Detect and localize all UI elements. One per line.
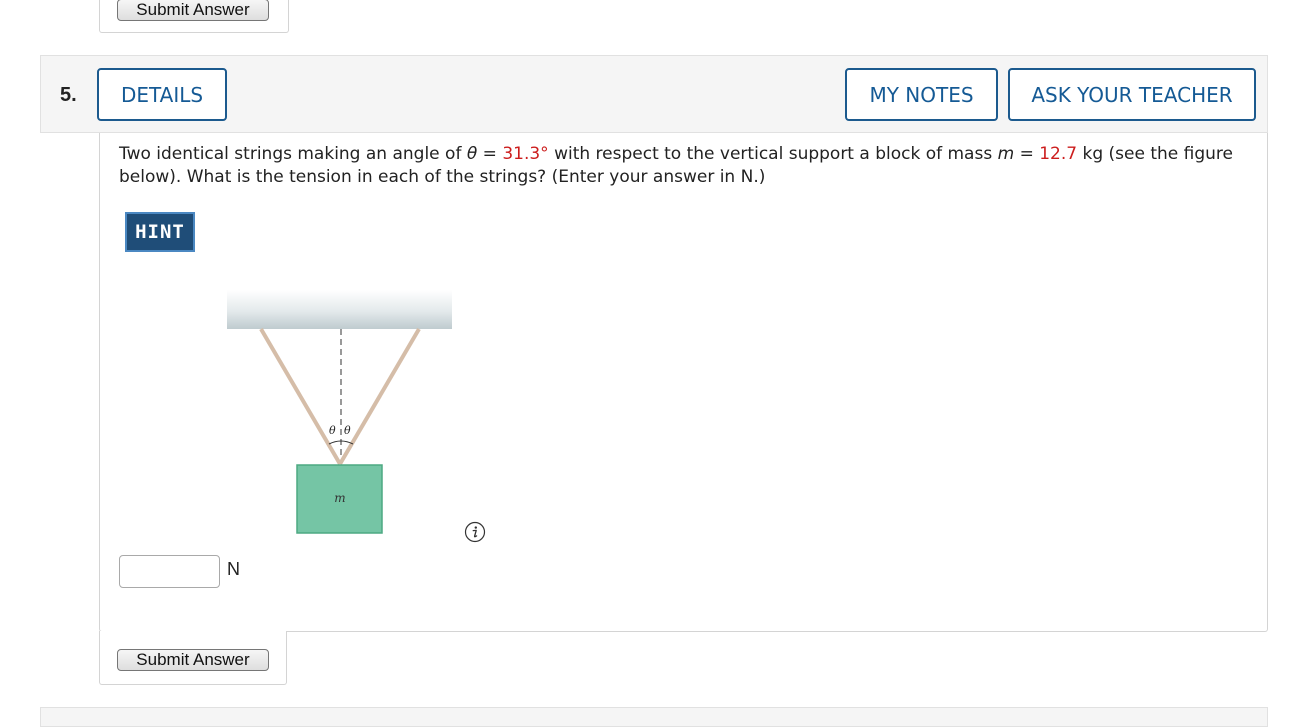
question-text-part: Two identical strings making an angle of (119, 144, 467, 164)
question-number: 5. (60, 84, 77, 106)
theta-symbol: θ (466, 144, 478, 164)
left-string (259, 327, 342, 466)
mass-symbol: m (997, 144, 1015, 164)
ask-your-teacher-button[interactable]: ASK YOUR TEACHER (1008, 68, 1256, 121)
physics-figure: θ θ m (227, 290, 452, 534)
answer-input[interactable] (119, 555, 220, 588)
ceiling-support (227, 290, 452, 329)
equals-sign: = (1014, 144, 1040, 164)
next-question-header (40, 707, 1268, 727)
equals-sign: = (477, 144, 503, 164)
block-mass-label: m (334, 491, 345, 505)
question-text-part: with respect to the vertical support a b… (548, 144, 998, 164)
question-text: Two identical strings making an angle of… (119, 143, 1239, 189)
previous-submit-answer-button[interactable]: Submit Answer (117, 0, 269, 21)
my-notes-button[interactable]: MY NOTES (845, 68, 998, 121)
answer-unit-label: N (227, 559, 240, 579)
submit-answer-button[interactable]: Submit Answer (117, 649, 269, 671)
details-button[interactable]: DETAILS (97, 68, 227, 121)
hint-button[interactable]: HINT (125, 212, 195, 252)
theta-value: 31.3° (502, 144, 549, 164)
info-circle-icon[interactable] (464, 521, 486, 543)
theta-right-label: θ (344, 424, 351, 437)
mass-value: 12.7 (1039, 144, 1078, 164)
theta-left-label: θ (329, 424, 336, 437)
